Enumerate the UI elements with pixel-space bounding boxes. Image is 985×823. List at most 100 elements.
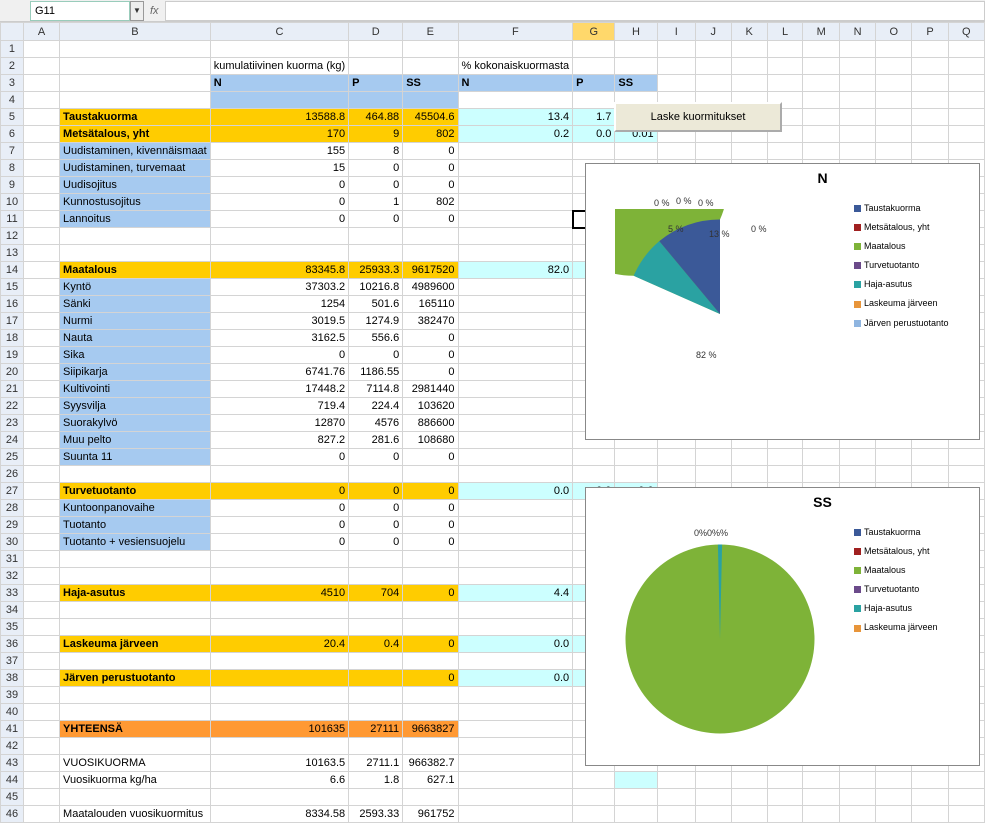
cell[interactable]: 101635 — [210, 721, 348, 738]
row-6[interactable]: 6Metsätalous, yht17098020.20.00.01 — [1, 126, 985, 143]
cell[interactable]: kumulatiivinen kuorma (kg) — [210, 58, 348, 75]
cell[interactable] — [876, 772, 912, 789]
cell[interactable]: Kunnostusojitus — [60, 194, 211, 211]
row-header[interactable]: 30 — [1, 534, 24, 551]
cell[interactable]: 827.2 — [210, 432, 348, 449]
col-M[interactable]: M — [803, 23, 839, 41]
cell[interactable] — [912, 449, 948, 466]
cell[interactable]: N — [458, 75, 573, 92]
cell[interactable] — [458, 347, 573, 364]
cell[interactable]: % kokonaiskuormasta — [458, 58, 573, 75]
cell[interactable] — [767, 772, 803, 789]
cell[interactable] — [695, 41, 731, 58]
row-header[interactable]: 33 — [1, 585, 24, 602]
cell[interactable]: Lannoitus — [60, 211, 211, 228]
cell[interactable] — [458, 177, 573, 194]
cell[interactable]: 0 — [403, 330, 458, 347]
cell[interactable] — [23, 653, 59, 670]
cell[interactable] — [912, 75, 948, 92]
cell[interactable] — [23, 296, 59, 313]
cell[interactable] — [23, 687, 59, 704]
cell[interactable]: Maatalouden vuosikuormitus — [60, 806, 211, 823]
cell[interactable] — [23, 755, 59, 772]
cell[interactable] — [458, 449, 573, 466]
cell[interactable]: 7114.8 — [349, 381, 403, 398]
cell[interactable]: 170 — [210, 126, 348, 143]
cell[interactable] — [458, 738, 573, 755]
cell[interactable] — [349, 245, 403, 262]
cell[interactable] — [767, 466, 803, 483]
row-header[interactable]: 36 — [1, 636, 24, 653]
cell[interactable]: 25933.3 — [349, 262, 403, 279]
cell[interactable] — [803, 466, 839, 483]
cell[interactable] — [948, 806, 984, 823]
cell[interactable] — [615, 466, 657, 483]
cell[interactable]: 3162.5 — [210, 330, 348, 347]
cell[interactable]: 501.6 — [349, 296, 403, 313]
cell[interactable] — [458, 551, 573, 568]
cell[interactable]: 6741.76 — [210, 364, 348, 381]
cell[interactable]: Maatalous — [60, 262, 211, 279]
cell[interactable] — [349, 789, 403, 806]
cell[interactable] — [876, 75, 912, 92]
cell[interactable]: 0 — [210, 517, 348, 534]
cell[interactable]: 0 — [210, 211, 348, 228]
row-header[interactable]: 45 — [1, 789, 24, 806]
cell[interactable]: 9663827 — [403, 721, 458, 738]
cell[interactable]: 556.6 — [349, 330, 403, 347]
row-header[interactable]: 18 — [1, 330, 24, 347]
cell[interactable] — [695, 772, 731, 789]
row-header[interactable]: 8 — [1, 160, 24, 177]
cell[interactable]: 0 — [403, 211, 458, 228]
cell[interactable] — [23, 619, 59, 636]
row-header[interactable]: 3 — [1, 75, 24, 92]
row-header[interactable]: 40 — [1, 704, 24, 721]
row-header[interactable]: 12 — [1, 228, 24, 245]
cell[interactable] — [839, 772, 875, 789]
cell[interactable]: P — [349, 75, 403, 92]
cell[interactable]: 886600 — [403, 415, 458, 432]
col-L[interactable]: L — [767, 23, 803, 41]
formula-bar[interactable] — [165, 1, 985, 21]
cell[interactable] — [876, 126, 912, 143]
cell[interactable] — [615, 58, 657, 75]
cell[interactable] — [458, 415, 573, 432]
cell[interactable] — [60, 789, 211, 806]
row-header[interactable]: 46 — [1, 806, 24, 823]
cell[interactable] — [60, 568, 211, 585]
row-header[interactable]: 20 — [1, 364, 24, 381]
cell[interactable]: 1274.9 — [349, 313, 403, 330]
cell[interactable] — [657, 449, 695, 466]
cell[interactable] — [731, 449, 767, 466]
cell[interactable]: 10216.8 — [349, 279, 403, 296]
cell[interactable]: YHTEENSÄ — [60, 721, 211, 738]
row-header[interactable]: 38 — [1, 670, 24, 687]
cell[interactable] — [23, 279, 59, 296]
cell[interactable]: Suunta 11 — [60, 449, 211, 466]
cell[interactable]: 0 — [349, 177, 403, 194]
cell[interactable] — [458, 313, 573, 330]
cell[interactable] — [615, 789, 657, 806]
cell[interactable]: Nauta — [60, 330, 211, 347]
row-header[interactable]: 17 — [1, 313, 24, 330]
chart-n[interactable]: N 0 % 0 % 0 % 5 % 13 % 0 % 82 % Taustaku… — [585, 163, 980, 440]
cell[interactable] — [23, 449, 59, 466]
cell[interactable] — [731, 41, 767, 58]
cell[interactable] — [23, 721, 59, 738]
cell[interactable] — [349, 92, 403, 109]
cell[interactable] — [60, 92, 211, 109]
cell[interactable]: 0 — [349, 500, 403, 517]
cell[interactable] — [803, 109, 839, 126]
row-header[interactable]: 25 — [1, 449, 24, 466]
cell[interactable] — [731, 806, 767, 823]
cell[interactable] — [23, 534, 59, 551]
cell[interactable] — [349, 687, 403, 704]
cell[interactable] — [458, 296, 573, 313]
cell[interactable]: P — [573, 75, 615, 92]
cell[interactable]: 1 — [349, 194, 403, 211]
cell[interactable] — [23, 92, 59, 109]
cell[interactable]: 0 — [349, 160, 403, 177]
cell[interactable] — [60, 738, 211, 755]
cell[interactable]: 0 — [210, 449, 348, 466]
cell[interactable] — [948, 466, 984, 483]
